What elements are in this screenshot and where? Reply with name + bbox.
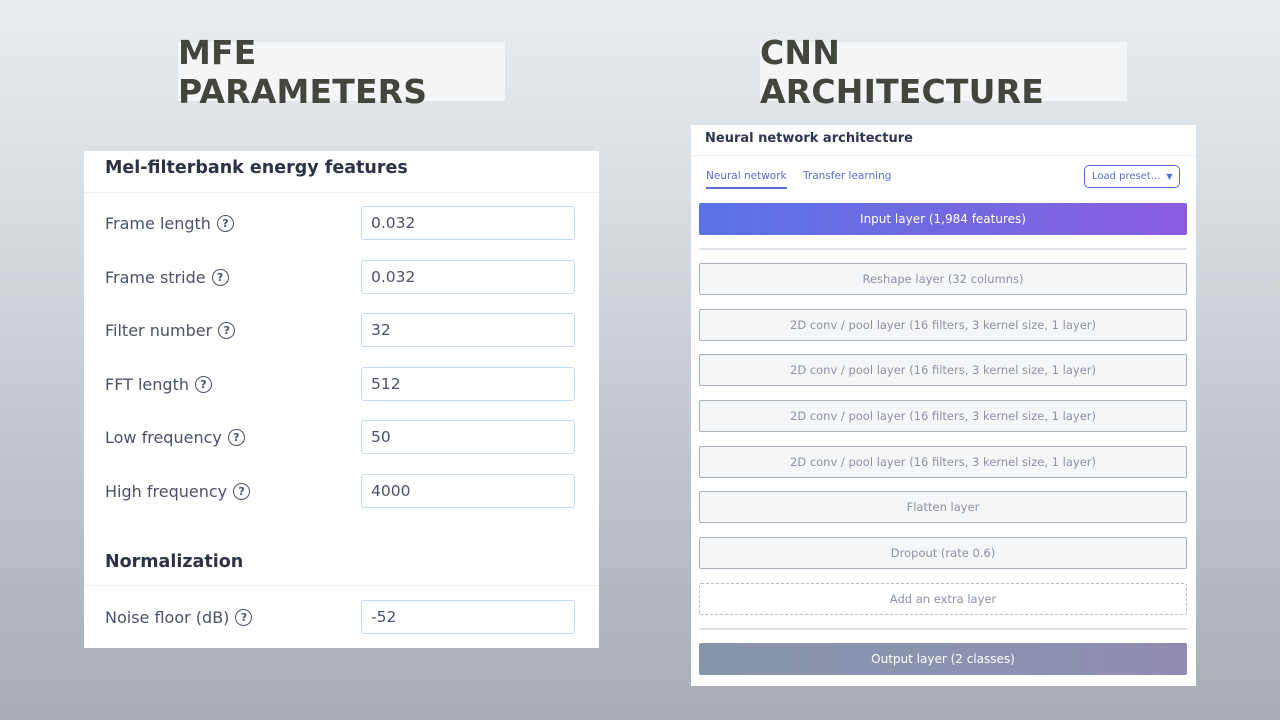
- conv-pool-layer-4[interactable]: 2D conv / pool layer (16 filters, 3 kern…: [699, 446, 1187, 478]
- caret-down-icon: ▼: [1166, 172, 1173, 181]
- tab-transfer-learning[interactable]: Transfer learning: [803, 170, 891, 182]
- fft-length-label: FFT length ?: [105, 375, 212, 394]
- normalization-divider: [84, 585, 599, 586]
- high-frequency-row: High frequency ?: [84, 474, 599, 510]
- frame-length-label-text: Frame length: [105, 214, 211, 233]
- flatten-layer[interactable]: Flatten layer: [699, 491, 1187, 523]
- noise-floor-input[interactable]: [361, 600, 575, 634]
- cnn-architecture-heading: CNN ARCHITECTURE: [760, 33, 1127, 111]
- filter-number-label: Filter number ?: [105, 321, 236, 340]
- high-frequency-input[interactable]: [361, 474, 575, 508]
- question-circle-icon[interactable]: ?: [233, 483, 251, 500]
- dropout-layer[interactable]: Dropout (rate 0.6): [699, 537, 1187, 569]
- filter-number-label-text: Filter number: [105, 321, 213, 340]
- fft-length-row: FFT length ?: [84, 367, 599, 403]
- reshape-layer[interactable]: Reshape layer (32 columns): [699, 263, 1187, 295]
- frame-stride-input[interactable]: [361, 260, 575, 294]
- noise-floor-label-text: Noise floor (dB): [105, 608, 230, 627]
- low-frequency-label: Low frequency ?: [105, 428, 245, 447]
- normalization-title: Normalization: [105, 552, 244, 572]
- fft-length-label-text: FFT length: [105, 375, 189, 394]
- cnn-title-divider: [691, 155, 1196, 156]
- load-preset-label: Load preset...: [1092, 171, 1161, 182]
- conv-pool-layer-3[interactable]: 2D conv / pool layer (16 filters, 3 kern…: [699, 400, 1187, 432]
- mfe-title-divider: [84, 192, 599, 193]
- conv-pool-layer-1[interactable]: 2D conv / pool layer (16 filters, 3 kern…: [699, 309, 1187, 341]
- high-frequency-label: High frequency ?: [105, 482, 251, 501]
- question-circle-icon[interactable]: ?: [218, 322, 236, 339]
- mfe-parameters-panel: Mel-filterbank energy features Frame len…: [84, 151, 599, 648]
- question-circle-icon[interactable]: ?: [216, 215, 234, 232]
- question-circle-icon[interactable]: ?: [235, 609, 253, 626]
- frame-length-input[interactable]: [361, 206, 575, 240]
- load-preset-dropdown[interactable]: Load preset... ▼: [1084, 165, 1180, 188]
- filter-number-row: Filter number ?: [84, 313, 599, 349]
- input-layer-separator: [699, 248, 1187, 250]
- frame-stride-row: Frame stride ?: [84, 260, 599, 296]
- question-circle-icon[interactable]: ?: [227, 429, 245, 446]
- low-frequency-label-text: Low frequency: [105, 428, 222, 447]
- output-layer-separator: [699, 628, 1187, 630]
- question-circle-icon[interactable]: ?: [211, 269, 229, 286]
- add-extra-layer-button[interactable]: Add an extra layer: [699, 583, 1187, 615]
- frame-length-label: Frame length ?: [105, 214, 234, 233]
- frame-stride-label-text: Frame stride: [105, 268, 206, 287]
- low-frequency-row: Low frequency ?: [84, 420, 599, 456]
- mfe-panel-title: Mel-filterbank energy features: [105, 158, 408, 178]
- cnn-panel-title: Neural network architecture: [705, 131, 913, 146]
- fft-length-input[interactable]: [361, 367, 575, 401]
- filter-number-input[interactable]: [361, 313, 575, 347]
- noise-floor-label: Noise floor (dB) ?: [105, 608, 253, 627]
- frame-stride-label: Frame stride ?: [105, 268, 229, 287]
- neural-network-architecture-panel: Neural network architecture Neural netwo…: [691, 125, 1196, 686]
- output-layer[interactable]: Output layer (2 classes): [699, 643, 1187, 675]
- noise-floor-row: Noise floor (dB) ?: [84, 600, 599, 636]
- mfe-parameters-heading: MFE PARAMETERS: [178, 33, 505, 111]
- input-layer[interactable]: Input layer (1,984 features): [699, 203, 1187, 235]
- low-frequency-input[interactable]: [361, 420, 575, 454]
- high-frequency-label-text: High frequency: [105, 482, 228, 501]
- question-circle-icon[interactable]: ?: [194, 376, 212, 393]
- conv-pool-layer-2[interactable]: 2D conv / pool layer (16 filters, 3 kern…: [699, 354, 1187, 386]
- frame-length-row: Frame length ?: [84, 206, 599, 242]
- tab-neural-network[interactable]: Neural network: [706, 170, 787, 189]
